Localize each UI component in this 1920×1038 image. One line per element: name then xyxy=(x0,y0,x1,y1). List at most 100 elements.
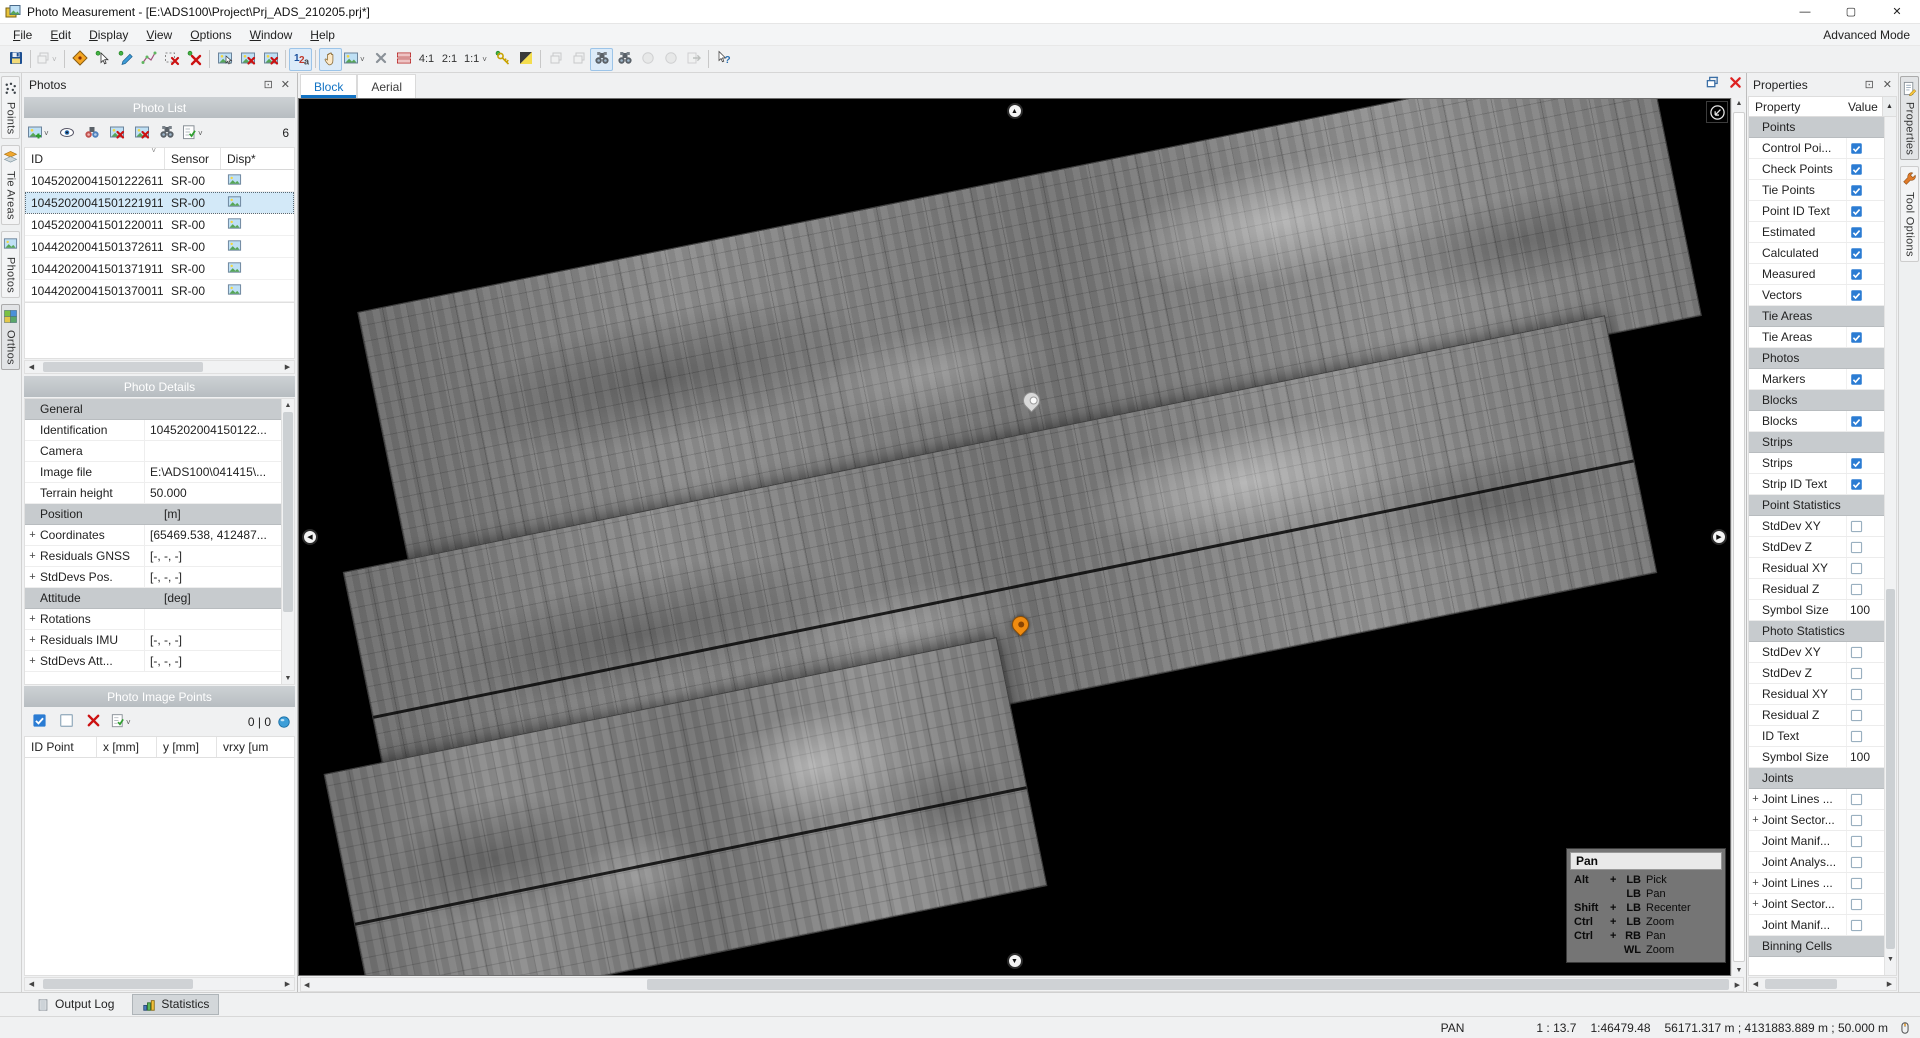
property-checkbox[interactable] xyxy=(1846,873,1884,893)
window-next-button[interactable] xyxy=(567,48,590,71)
photo-row[interactable]: 10452020041501221911SR-00 xyxy=(25,192,294,214)
menu-help[interactable]: Help xyxy=(301,26,344,44)
show-photo-button[interactable] xyxy=(55,122,78,145)
whats-this-button[interactable]: ? xyxy=(712,48,735,71)
property-checkbox[interactable] xyxy=(1846,474,1884,494)
viewport-restore-button[interactable] xyxy=(1706,76,1719,89)
detail-value[interactable]: 1045202004150122... xyxy=(144,420,281,440)
sidebar-tab-tool-options[interactable]: Tool Options xyxy=(1900,166,1919,262)
measure-multi-button[interactable] xyxy=(137,48,160,71)
delete-area-button[interactable] xyxy=(160,48,183,71)
property-checkbox[interactable] xyxy=(1846,705,1884,725)
show-unmeasured-toggle[interactable] xyxy=(55,711,78,734)
photo-display-icon[interactable] xyxy=(221,282,294,300)
panel-float-icon[interactable]: ⊡ xyxy=(264,78,273,91)
photo-display-icon[interactable] xyxy=(221,194,294,212)
viewport-vscrollbar[interactable]: ▲ ▼ xyxy=(1731,98,1746,976)
sidebar-tab-properties[interactable]: Properties xyxy=(1900,76,1919,160)
photo-remove-all-button[interactable] xyxy=(259,48,282,71)
scroll-up-icon[interactable]: ▲ xyxy=(1882,97,1896,116)
column-options-button[interactable]: ˅ xyxy=(180,122,207,145)
scroll-left-icon[interactable]: ◀ xyxy=(25,978,38,990)
property-row[interactable]: Strip ID Text xyxy=(1749,474,1884,495)
col-disp[interactable]: Disp* xyxy=(221,148,294,169)
chevron-down-icon[interactable]: ˅ xyxy=(52,55,60,64)
menu-view[interactable]: View xyxy=(137,26,181,44)
delete-point-button[interactable] xyxy=(183,48,206,71)
property-row[interactable]: Control Poi... xyxy=(1749,138,1884,159)
property-checkbox[interactable] xyxy=(1846,369,1884,389)
photo-display-icon[interactable] xyxy=(221,216,294,234)
key-button[interactable] xyxy=(491,48,514,71)
properties-vscrollbar[interactable]: ▼ xyxy=(1884,117,1896,975)
expand-toggle[interactable]: + xyxy=(1749,898,1762,910)
property-checkbox[interactable] xyxy=(1846,411,1884,431)
panel-close-icon[interactable]: ✕ xyxy=(1883,78,1892,91)
find-photo-button[interactable] xyxy=(155,122,178,145)
property-checkbox[interactable] xyxy=(1846,159,1884,179)
bottom-tab-statistics[interactable]: Statistics xyxy=(132,994,219,1015)
detail-value[interactable]: [65469.538, 412487... xyxy=(144,525,281,545)
menu-window[interactable]: Window xyxy=(241,26,302,44)
expand-toggle[interactable]: + xyxy=(1749,814,1762,826)
property-checkbox[interactable] xyxy=(1846,684,1884,704)
scroll-left-icon[interactable]: ◀ xyxy=(1749,978,1762,990)
window-prev-button[interactable] xyxy=(544,48,567,71)
move-to-point-button[interactable] xyxy=(68,48,91,71)
property-row[interactable]: Point ID Text xyxy=(1749,201,1884,222)
col-property[interactable]: Property xyxy=(1749,100,1848,114)
property-row[interactable]: Blocks xyxy=(1749,411,1884,432)
property-checkbox[interactable] xyxy=(1846,726,1884,746)
chevron-down-icon[interactable]: ˅ xyxy=(360,55,368,64)
scroll-right-icon[interactable]: ▶ xyxy=(1883,978,1896,990)
show-ids-button[interactable]: 12a xyxy=(289,48,312,71)
property-row[interactable]: StdDev Z xyxy=(1749,663,1884,684)
property-checkbox[interactable] xyxy=(1846,810,1884,830)
photo-row[interactable]: 10452020041501222611SR-00 xyxy=(25,170,294,192)
pan-up-button[interactable]: ▲ xyxy=(1007,103,1023,119)
contrast-button[interactable] xyxy=(514,48,537,71)
menu-edit[interactable]: Edit xyxy=(41,26,80,44)
property-row[interactable]: Joint Analys... xyxy=(1749,852,1884,873)
property-checkbox[interactable] xyxy=(1846,537,1884,557)
photo-display-icon[interactable] xyxy=(221,172,294,190)
property-checkbox[interactable] xyxy=(1846,243,1884,263)
image-points-hscrollbar[interactable]: ◀ ▶ xyxy=(24,977,295,991)
photo-display-button[interactable]: ˅ xyxy=(342,48,369,71)
expand-toggle[interactable]: + xyxy=(1749,877,1762,889)
photo-pick-button[interactable] xyxy=(213,48,236,71)
menu-file[interactable]: File xyxy=(4,26,41,44)
expand-toggle[interactable]: + xyxy=(1749,793,1762,805)
property-checkbox[interactable] xyxy=(1846,222,1884,242)
pan-left-button[interactable]: ◀ xyxy=(302,529,318,545)
panel-float-icon[interactable]: ⊡ xyxy=(1865,78,1874,91)
expand-toggle[interactable]: + xyxy=(25,550,40,562)
properties-hscrollbar[interactable]: ◀ ▶ xyxy=(1748,977,1897,991)
property-checkbox[interactable] xyxy=(1846,264,1884,284)
expand-toggle[interactable]: + xyxy=(25,529,40,541)
viewport-canvas[interactable]: ▲ ▼ ◀ ▶ Pan Alt+LBPickLBPanShift+LBRecen… xyxy=(298,98,1731,976)
zoom-4-1-button[interactable]: 4:1 xyxy=(415,48,438,71)
property-row[interactable]: Residual XY xyxy=(1749,558,1884,579)
property-row[interactable]: +Joint Lines ... xyxy=(1749,789,1884,810)
measure-point-button[interactable] xyxy=(114,48,137,71)
save-button[interactable] xyxy=(4,48,27,71)
detail-value[interactable]: [-, -, -] xyxy=(144,651,281,671)
hide-all-photos-button[interactable] xyxy=(130,122,153,145)
pan-down-button[interactable]: ▼ xyxy=(1007,953,1023,969)
photo-list-hscrollbar[interactable]: ◀ ▶ xyxy=(24,360,295,374)
sidebar-tab-tie-areas[interactable]: Tie Areas xyxy=(1,145,20,225)
scroll-right-icon[interactable]: ▶ xyxy=(281,361,294,373)
strips-button[interactable] xyxy=(392,48,415,71)
property-checkbox[interactable] xyxy=(1846,327,1884,347)
menu-options[interactable]: Options xyxy=(181,26,240,44)
property-checkbox[interactable] xyxy=(1846,894,1884,914)
property-row[interactable]: Residual Z xyxy=(1749,705,1884,726)
property-row[interactable]: Symbol Size100 xyxy=(1749,600,1884,621)
chevron-down-icon[interactable]: ˅ xyxy=(198,129,206,138)
property-checkbox[interactable] xyxy=(1846,558,1884,578)
photo-remove-button[interactable] xyxy=(236,48,259,71)
property-checkbox[interactable] xyxy=(1846,138,1884,158)
property-value[interactable]: 100 xyxy=(1846,747,1884,767)
close-button[interactable]: ✕ xyxy=(1874,0,1920,23)
